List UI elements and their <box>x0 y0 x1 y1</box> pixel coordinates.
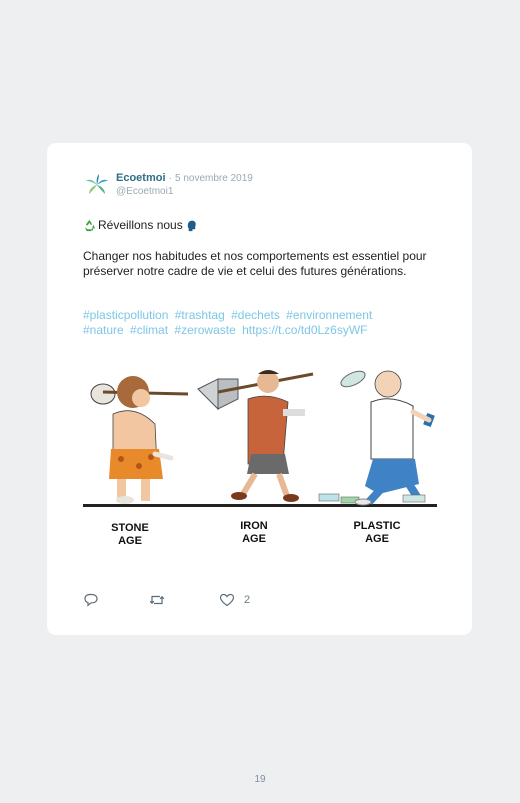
hashtag-link[interactable]: #climat <box>130 323 168 337</box>
retweet-icon <box>149 595 165 605</box>
reply-icon <box>84 593 98 607</box>
hashtag-link[interactable]: #trashtag <box>175 308 225 322</box>
tweet-date[interactable]: 5 novembre 2019 <box>175 173 253 184</box>
hashtags: #plasticpollution #trashtag #dechets #en… <box>83 308 443 338</box>
caption-stone: STONE <box>111 522 149 534</box>
like-button[interactable]: 2 <box>219 592 250 608</box>
reply-button[interactable] <box>83 592 99 608</box>
tweet-title: Réveillons nous <box>83 218 198 232</box>
hashtag-link[interactable]: #environnement <box>286 308 372 322</box>
recycle-icon <box>84 219 96 231</box>
url-link[interactable]: https://t.co/td0Lz6syWF <box>242 323 367 337</box>
page-number: 19 <box>254 774 266 785</box>
leaf-logo-icon <box>86 174 108 194</box>
like-count: 2 <box>244 594 251 606</box>
caption-iron: IRON <box>240 520 268 532</box>
title-text: Réveillons nous <box>98 218 183 232</box>
retweet-button[interactable] <box>149 592 165 608</box>
author-name[interactable]: Ecoetmoi <box>116 172 166 184</box>
caption-plastic-age: AGE <box>365 533 389 545</box>
author-handle[interactable]: @Ecoetmoi1 <box>116 186 173 197</box>
avatar[interactable] <box>84 172 110 198</box>
hashtag-link[interactable]: #plasticpollution <box>83 308 168 322</box>
tweet-body: Changer nos habitudes et nos comportemen… <box>83 249 427 278</box>
tweet-card: Ecoetmoi · 5 novembre 2019 @Ecoetmoi1 Ré… <box>47 143 472 635</box>
author-line: Ecoetmoi · 5 novembre 2019 <box>116 172 253 184</box>
hashtag-link[interactable]: #nature <box>83 323 124 337</box>
cartoon-illustration: STONE AGE IRON AGE PLASTIC AGE <box>83 354 437 560</box>
tweet-actions: 2 <box>83 592 383 608</box>
speaking-head-icon <box>187 220 196 231</box>
hashtag-link[interactable]: #dechets <box>231 308 280 322</box>
hashtag-link[interactable]: #zerowaste <box>174 323 235 337</box>
tweet-image[interactable]: STONE AGE IRON AGE PLASTIC AGE <box>83 354 437 560</box>
caption-stone-age: AGE <box>118 535 142 547</box>
separator: · <box>168 173 172 184</box>
caption-iron-age: AGE <box>242 533 266 545</box>
heart-icon <box>219 593 235 607</box>
caption-plastic: PLASTIC <box>353 520 400 532</box>
